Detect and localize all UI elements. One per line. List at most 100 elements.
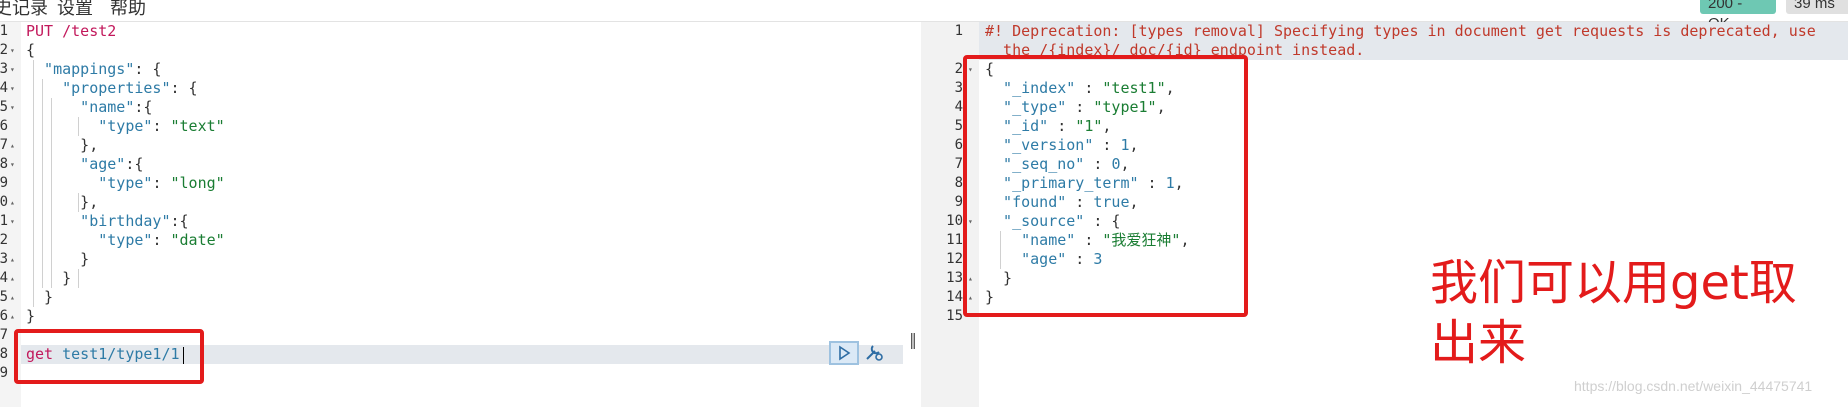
code-token: #! Deprecation: [types removal] Specifyi… [985,22,1816,40]
fold-close-icon[interactable]: ▴ [10,136,15,155]
code-token: "type" [26,231,153,249]
code-text: "type": "date" [26,231,225,250]
response-highlight-box [963,55,1248,317]
line-number: 19 [0,365,8,381]
code-text: }, [26,193,98,212]
fold-open-icon[interactable]: ▾ [10,60,15,79]
fold-open-icon[interactable]: ▾ [10,79,15,98]
code-token: } [26,288,54,306]
code-token: PUT [26,22,54,40]
request-line: 3 ▾ "mappings": { [0,60,903,79]
run-request-button[interactable] [829,341,859,365]
line-number: 4 [954,99,963,115]
line-number: 6 [954,137,963,153]
code-token: "age" [26,155,126,173]
line-number: 1 [0,23,8,39]
code-token: } [26,269,72,287]
line-number: 16 [0,308,8,324]
line-number: 1 [954,23,963,39]
code-text: "birthday":{ [26,212,189,231]
code-token: "long" [170,174,225,192]
line-number: 13 [0,251,8,267]
line-number: 8 [0,156,8,172]
menu-history[interactable]: 史记录 [0,0,48,20]
line-number: 18 [0,346,8,362]
code-token: : { [170,79,198,97]
code-token: "mappings" [26,60,135,78]
code-token: } [26,250,90,268]
request-line: 1 PUT /test2 [0,22,903,41]
line-number: 10 [946,213,963,229]
top-toolbar: 史记录 设置 帮助 200 - OK 39 ms [0,0,1848,32]
wrench-icon[interactable] [862,340,886,364]
request-line: 14▴ } [0,269,903,288]
fold-open-icon[interactable]: ▾ [10,41,15,60]
line-number: 7 [954,156,963,172]
code-text: } [26,250,89,269]
request-line: 10▴ }, [0,193,903,212]
line-number: 5 [954,118,963,134]
line-number: 3 [0,61,8,77]
code-text: } [26,307,35,326]
request-line: 9 "type": "long" [0,174,903,193]
line-number: 7 [0,137,8,153]
pane-splitter[interactable]: ‖ [909,330,917,349]
fold-open-icon[interactable]: ▾ [10,98,15,117]
line-number: 8 [954,175,963,191]
request-line: 13▴ } [0,250,903,269]
line-number: 4 [0,80,8,96]
line-number: 2 [954,61,963,77]
fold-close-icon[interactable]: ▴ [10,288,15,307]
request-highlight-box [14,329,204,384]
code-token: "type" [26,174,153,192]
request-line: 2 ▾ { [0,41,903,60]
fold-close-icon[interactable]: ▴ [10,307,15,326]
line-number: 6 [0,118,8,134]
line-number: 17 [0,327,8,343]
code-token: /test2 [53,22,117,40]
code-token: "date" [170,231,225,249]
code-token: : [152,174,171,192]
code-text: "name":{ [26,98,152,117]
line-number: 11 [946,232,963,248]
annotation-text: 我们可以用get取出来 [1430,255,1797,371]
line-number: 15 [946,308,963,324]
fold-close-icon[interactable]: ▴ [10,269,15,288]
code-text: #! Deprecation: [types removal] Specifyi… [985,22,1816,41]
play-icon [839,345,851,361]
line-number: 14 [0,270,8,286]
code-token: :{ [125,155,144,173]
request-line: 12 "type": "date" [0,231,903,250]
code-text: } [26,288,53,307]
code-token: } [26,307,36,325]
fold-open-icon[interactable]: ▾ [10,212,15,231]
code-token: "birthday" [26,212,171,230]
code-text: }, [26,136,98,155]
request-line: 6 "type": "text" [0,117,903,136]
code-token: : [152,231,171,249]
line-number: 10 [0,194,8,210]
timing-badge: 39 ms [1786,0,1848,14]
request-line: 4 ▾ "properties": { [0,79,903,98]
fold-close-icon[interactable]: ▴ [10,193,15,212]
line-number: 3 [954,80,963,96]
code-text: { [26,41,35,60]
request-line: 7 ▴ }, [0,136,903,155]
code-token: { [26,41,36,59]
request-line: 5 ▾ "name":{ [0,98,903,117]
line-number: 15 [0,289,8,305]
code-token: "name" [26,98,135,116]
line-number: 5 [0,99,8,115]
request-line: 11▾ "birthday":{ [0,212,903,231]
watermark: https://blog.csdn.net/weixin_44475741 [1574,378,1813,394]
line-number: 9 [0,175,8,191]
line-number: 14 [946,289,963,305]
code-token: "text" [170,117,225,135]
fold-open-icon[interactable]: ▾ [10,155,15,174]
code-text: PUT /test2 [26,22,116,41]
code-token: :{ [170,212,189,230]
fold-close-icon[interactable]: ▴ [10,250,15,269]
code-token: }, [26,193,99,211]
menu-settings[interactable]: 设置 [57,0,93,20]
menu-help[interactable]: 帮助 [110,0,146,20]
